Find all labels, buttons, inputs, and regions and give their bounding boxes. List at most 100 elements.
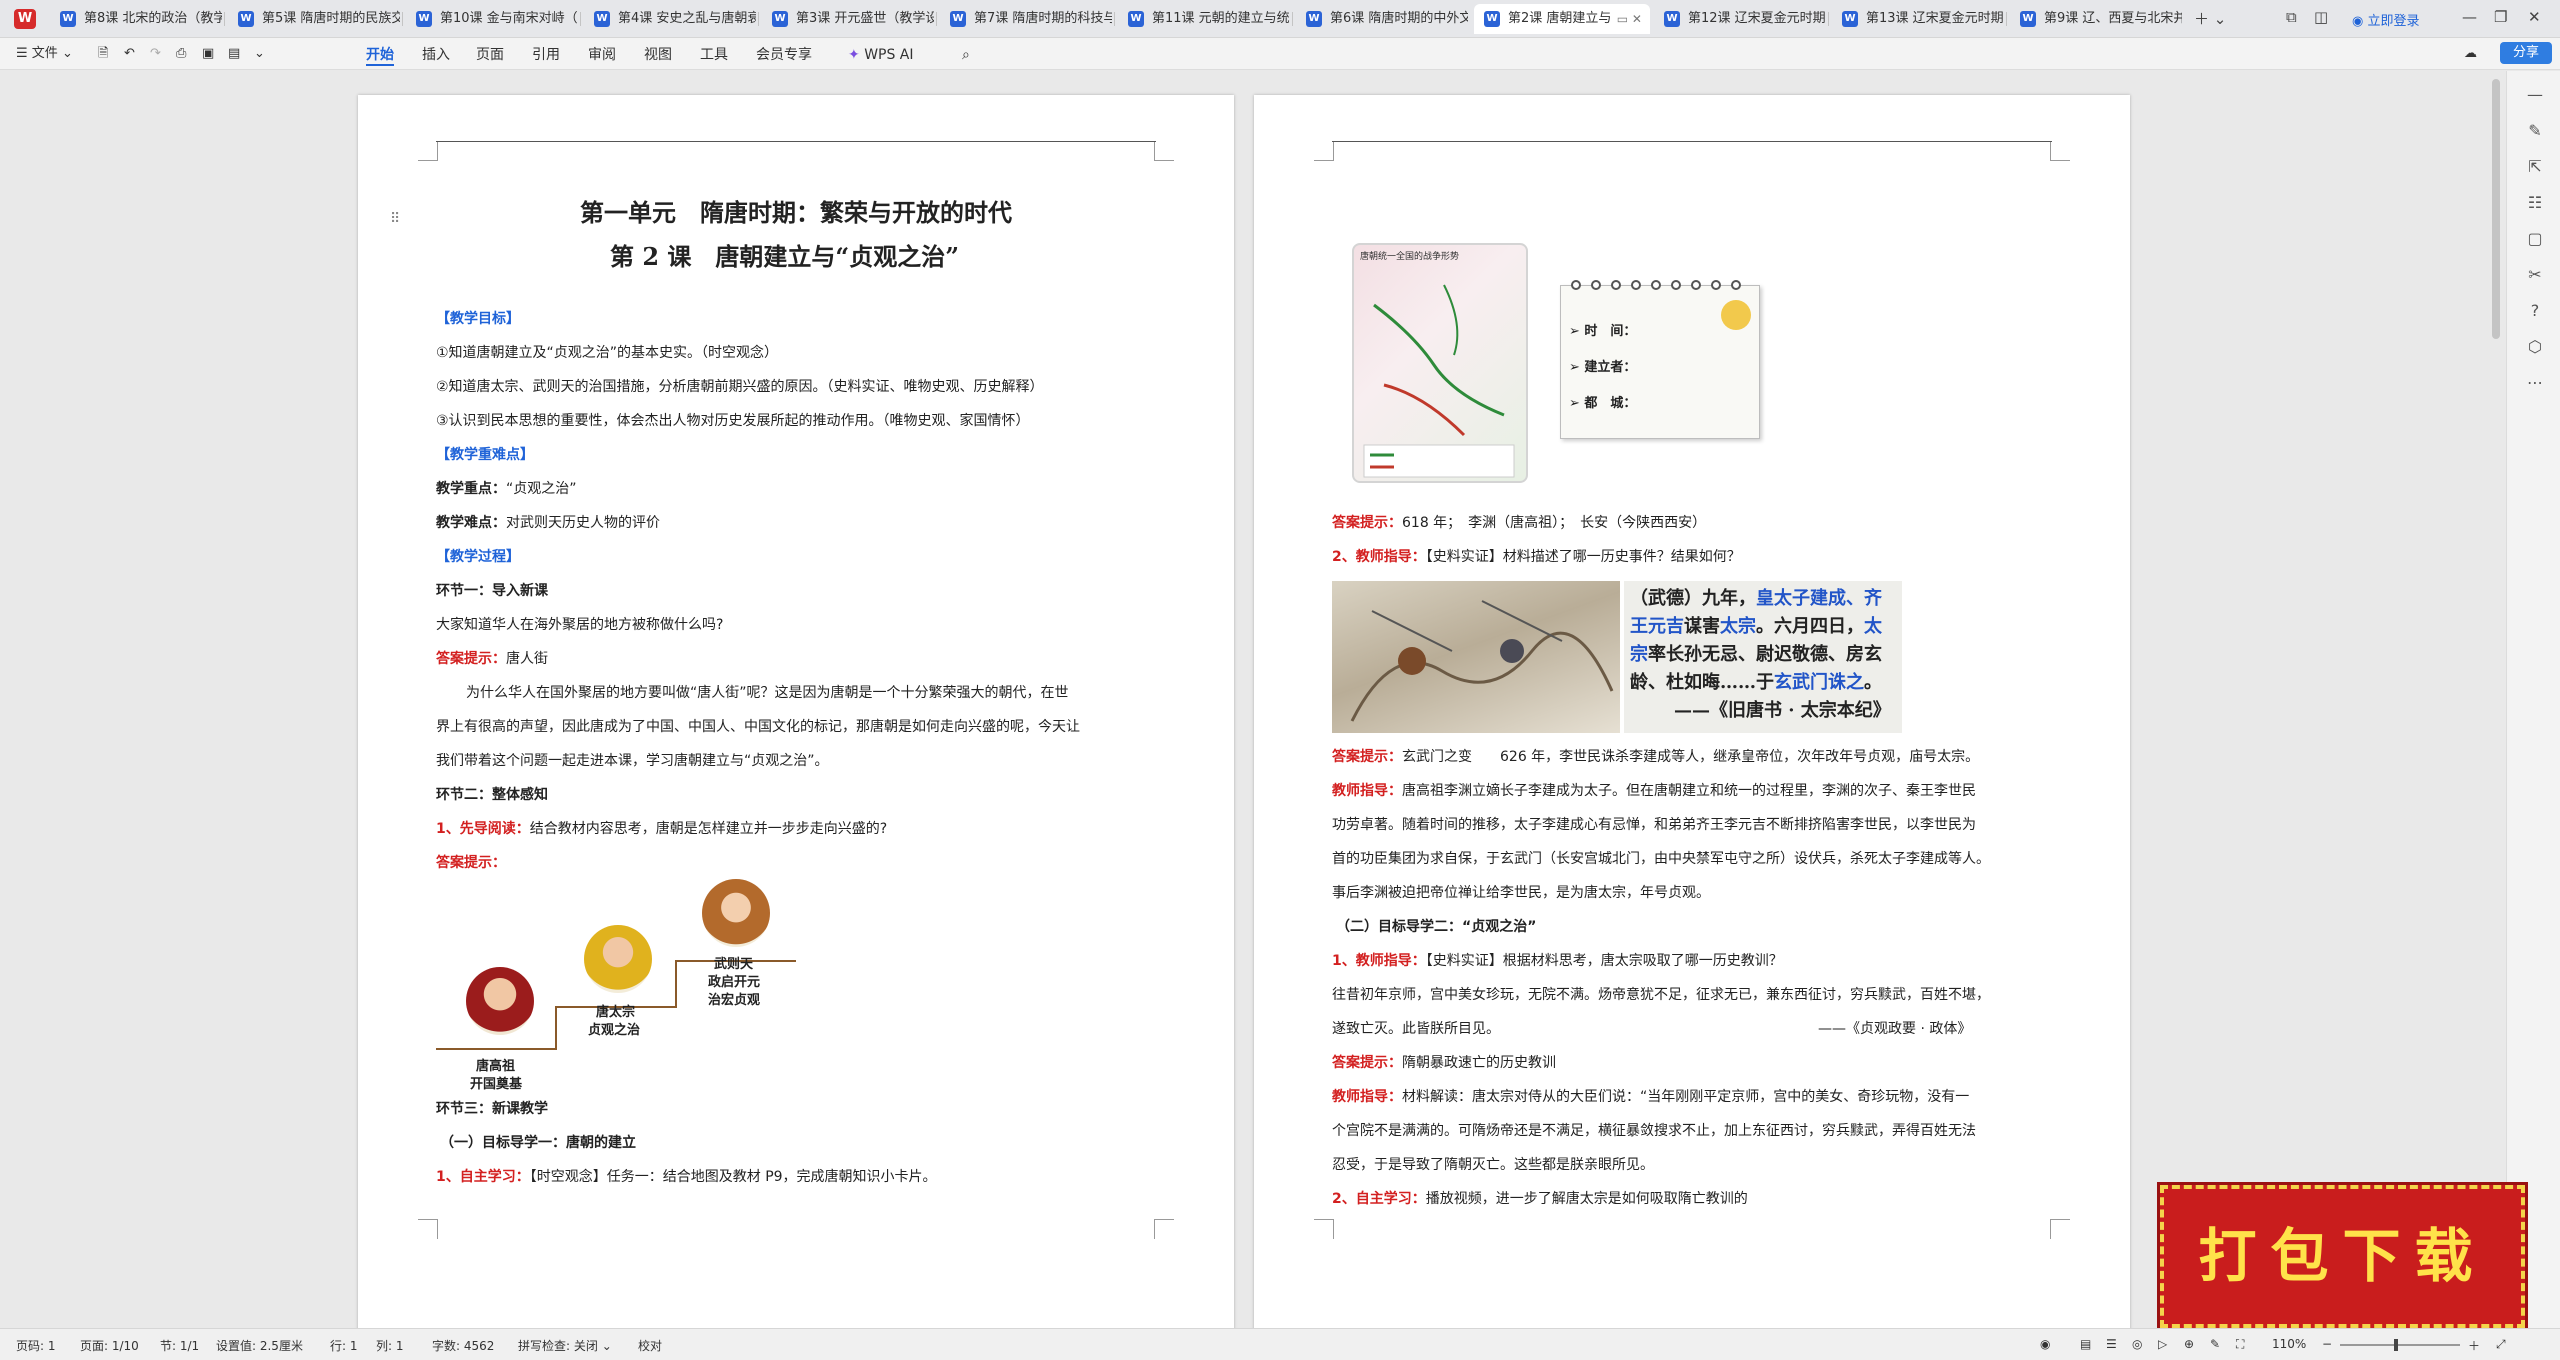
spell-check[interactable]: 拼写检查: 关闭 ⌄ <box>518 1337 612 1354</box>
file-menu[interactable]: ☰ 文件 ⌄ <box>16 44 73 64</box>
redo-icon[interactable]: ↷ <box>150 44 161 64</box>
web-view-icon[interactable]: ◎ <box>2132 1337 2142 1351</box>
guide-text: 【史料实证】材料描述了哪一历史事件？结果如何？ <box>1425 549 1741 565</box>
quick-tools-icon[interactable]: ▤ <box>228 44 240 64</box>
menu-tools[interactable]: 工具 <box>700 44 728 66</box>
zoom-out-icon[interactable]: − <box>2322 1337 2332 1351</box>
restore-icon[interactable]: ❐ <box>2494 8 2507 26</box>
new-tab-plus-icon[interactable]: ＋ ⌄ <box>2194 8 2226 29</box>
word-count[interactable]: 字数: 4562 <box>432 1337 494 1354</box>
page-count[interactable]: 页面: 1/10 <box>80 1337 139 1354</box>
vertical-scrollbar[interactable] <box>2492 79 2500 339</box>
pen-edit-icon[interactable]: ✎ <box>2525 121 2545 140</box>
collapse-icon[interactable]: — <box>2525 85 2545 104</box>
cube-icon[interactable]: ⬡ <box>2525 337 2545 356</box>
tools-icon[interactable]: ✂ <box>2525 265 2545 284</box>
play-icon[interactable]: ▷ <box>2158 1337 2167 1351</box>
difficulty-point: 教学难点：对武则天历史人物的评价 <box>436 513 660 533</box>
sub-heading: （二）目标导学二：“贞观之治” <box>1336 919 1537 935</box>
corner-mark <box>418 1219 438 1239</box>
proofread-button[interactable]: 校对 <box>638 1337 662 1354</box>
doc-tab[interactable]: W 第8课 北宋的政治（教学 <box>50 4 222 34</box>
section-heading: 【教学重难点】 <box>436 447 534 463</box>
settings-sliders-icon[interactable]: ☷ <box>2525 193 2545 212</box>
save-icon[interactable]: 🗎 <box>98 44 108 64</box>
doc-tab-active[interactable]: W 第2课 唐朝建立与 ▭ ✕ <box>1474 4 1650 34</box>
answer-label: 答案提示： <box>436 651 506 667</box>
select-cursor-icon[interactable]: ⇱ <box>2525 157 2545 176</box>
more-dropdown-icon[interactable]: ⌄ <box>254 44 265 64</box>
doc-tab[interactable]: W 第9课 辽、西夏与北宋并 <box>2010 4 2182 34</box>
search-icon[interactable]: ⌕ <box>962 44 970 66</box>
close-tab-icon[interactable]: ▭ ✕ <box>1617 4 1642 34</box>
card-founder-label: 建立者： <box>1584 360 1637 375</box>
tab-label: 第2课 唐朝建立与 <box>1508 11 1612 26</box>
window-tile-icon[interactable]: ⧉ <box>2286 8 2297 26</box>
setting-value[interactable]: 设置值: 2.5厘米 <box>216 1337 303 1354</box>
document-area[interactable]: ⠿ 第一单元 隋唐时期：繁荣与开放的时代 第 2 课 唐朝建立与“贞观之治” 【… <box>0 71 2506 1331</box>
page-view-icon[interactable]: ▤ <box>2080 1337 2091 1351</box>
comment-icon[interactable]: ▢ <box>2525 229 2545 248</box>
guide-label: 1、教师指导： <box>1332 953 1426 969</box>
doc-tab[interactable]: W 第4课 安史之乱与唐朝衰 <box>584 4 756 34</box>
zoom-slider[interactable] <box>2340 1344 2460 1346</box>
key-text: “贞观之治” <box>506 481 577 497</box>
menu-page[interactable]: 页面 <box>476 44 504 66</box>
doc-tab[interactable]: W 第12课 辽宋夏金元时期 <box>1654 4 1826 34</box>
pen-icon[interactable]: ✎ <box>2210 1337 2220 1351</box>
doc-tab[interactable]: W 第5课 隋唐时期的民族交 <box>228 4 400 34</box>
doc-tab[interactable]: W 第7课 隋唐时期的科技与 <box>940 4 1112 34</box>
menu-start[interactable]: 开始 <box>366 44 394 66</box>
guide-label: 教师指导： <box>1332 783 1402 799</box>
corner-mark <box>1154 141 1174 161</box>
view-icon[interactable]: ◫ <box>2314 8 2328 26</box>
doc-tab[interactable]: W 第13课 辽宋夏金元时期 <box>1832 4 2004 34</box>
wps-ai-button[interactable]: ✦ WPS AI <box>848 44 914 66</box>
outline-view-icon[interactable]: ☰ <box>2106 1337 2117 1351</box>
body-paragraph: 个宫院不是满满的。可隋炀帝还是不满足，横征暴敛搜求不止，加上东征西讨，穷兵黩武，… <box>1332 1123 1976 1139</box>
format-painter-icon[interactable]: ▣ <box>202 44 214 64</box>
drag-handle-icon[interactable]: ⠿ <box>390 209 400 229</box>
page-right[interactable]: 唐朝统一全国的战争形势 ➢ 时 间： ➢ 建立者： ➢ 都 城： 答案提示：61… <box>1254 95 2130 1331</box>
globe-icon[interactable]: ⊕ <box>2184 1337 2194 1351</box>
section-info[interactable]: 节: 1/1 <box>160 1337 199 1354</box>
menu-view[interactable]: 视图 <box>644 44 672 66</box>
package-download-badge[interactable]: 打包下载 <box>2157 1182 2528 1331</box>
print-icon[interactable]: ⎙ <box>176 44 186 64</box>
goal-item: ①知道唐朝建立及“贞观之治”的基本史实。（时空观念） <box>436 345 779 361</box>
close-window-icon[interactable]: ✕ <box>2528 8 2541 26</box>
menu-reference[interactable]: 引用 <box>532 44 560 66</box>
teacher-guide: 教师指导：材料解读：唐太宗对侍从的大臣们说：“当年刚刚平定京师，宫中的美女、奇珍… <box>1332 1087 1969 1107</box>
page-number[interactable]: 页码: 1 <box>16 1337 56 1354</box>
doc-tab[interactable]: W 第3课 开元盛世（教学设 <box>762 4 934 34</box>
menu-review[interactable]: 审阅 <box>588 44 616 66</box>
zoom-level[interactable]: 110% <box>2272 1337 2306 1351</box>
menu-member[interactable]: 会员专享 <box>756 44 812 66</box>
side-panel: — ✎ ⇱ ☷ ▢ ✂ ? ⬡ ⋯ <box>2506 71 2560 1328</box>
doc-tab[interactable]: W 第11课 元朝的建立与统一 <box>1118 4 1290 34</box>
tab-label: 第9课 辽、西夏与北宋并 <box>2044 11 2182 26</box>
more-icon[interactable]: ⋯ <box>2525 373 2545 392</box>
undo-icon[interactable]: ↶ <box>124 44 135 64</box>
login-button[interactable]: ◉ 立即登录 <box>2352 10 2420 29</box>
corner-mark <box>1314 141 1334 161</box>
quote-source: ——《旧唐书 · 太宗本纪》 <box>1674 700 1891 721</box>
fit-page-icon[interactable]: ⛶ <box>2236 1337 2244 1352</box>
fullscreen-icon[interactable]: ⤢ <box>2496 1337 2506 1352</box>
page-left[interactable]: ⠿ 第一单元 隋唐时期：繁荣与开放的时代 第 2 课 唐朝建立与“贞观之治” 【… <box>358 95 1234 1331</box>
wps-logo-icon[interactable]: W <box>14 9 36 29</box>
share-button[interactable]: 分享 <box>2500 42 2552 64</box>
help-icon[interactable]: ? <box>2525 301 2545 320</box>
zoom-in-icon[interactable]: ＋ <box>2468 1337 2480 1354</box>
answer-label: 答案提示： <box>1332 1055 1402 1071</box>
menu-insert[interactable]: 插入 <box>422 44 450 66</box>
doc-tab[interactable]: W 第6课 隋唐时期的中外文 <box>1296 4 1468 34</box>
doc-tab[interactable]: W 第10课 金与南宋对峙（ <box>406 4 578 34</box>
cloud-sync-icon[interactable]: ☁ <box>2464 44 2477 64</box>
word-doc-icon: W <box>60 11 76 27</box>
tab-label: 第5课 隋唐时期的民族交 <box>262 11 400 26</box>
xuanwu-gate-painting <box>1332 581 1620 733</box>
zoom-slider-thumb[interactable] <box>2394 1339 2398 1351</box>
minimize-icon[interactable]: — <box>2462 8 2477 26</box>
eye-protect-icon[interactable]: ◉ <box>2040 1337 2050 1351</box>
